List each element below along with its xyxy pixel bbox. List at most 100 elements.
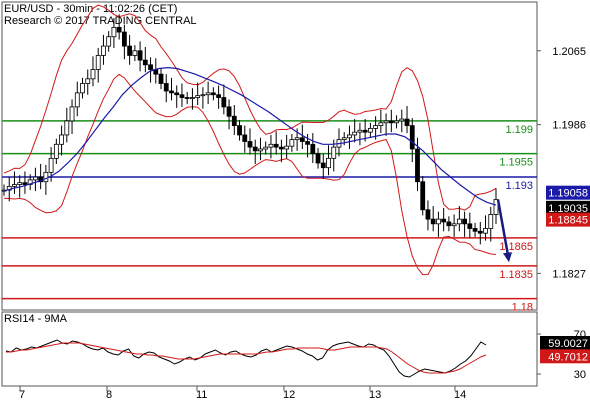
candle-body	[221, 97, 227, 108]
candle-body	[242, 134, 248, 142]
price-tick-label: 1.1827	[552, 268, 586, 280]
candle-body	[462, 218, 467, 225]
candle-body	[451, 223, 457, 227]
candle-body	[205, 92, 211, 96]
level-label-4: 1.1835	[499, 269, 533, 281]
candle-body	[315, 153, 321, 164]
candle-body	[148, 64, 153, 70]
candle-body	[367, 128, 373, 133]
candle-body	[195, 95, 201, 98]
price-badge-label: 1.19058	[548, 188, 588, 200]
candle-body	[305, 141, 310, 145]
x-tick-label: 12	[283, 389, 295, 400]
candle-body	[441, 218, 447, 223]
candle-body	[472, 228, 478, 232]
candle-body	[43, 171, 49, 183]
candle-body	[388, 120, 394, 124]
candle-body	[477, 230, 483, 234]
candle-body	[378, 122, 384, 126]
candle-body	[200, 94, 206, 97]
level-label-3: 1.1865	[499, 241, 533, 253]
candle-body	[483, 228, 488, 234]
candle-body	[12, 184, 17, 187]
candle-body	[294, 137, 300, 141]
candle-body	[373, 125, 379, 129]
candle-body	[158, 73, 164, 84]
x-tick-label: 11	[196, 389, 207, 400]
candle-body	[137, 50, 143, 61]
candle-body	[326, 157, 331, 169]
candle-body	[383, 120, 389, 124]
candle-body	[347, 134, 352, 139]
candle-body	[69, 106, 75, 122]
candle-body	[48, 157, 54, 173]
candle-body	[456, 218, 462, 225]
level-label-2: 1.193	[505, 180, 533, 192]
rsi-panel-label: RSI14 - 9MA	[4, 313, 68, 325]
candle-body	[268, 143, 274, 148]
candle-body	[446, 221, 452, 227]
level-label-0: 1.199	[505, 124, 533, 136]
candle-body	[352, 131, 358, 136]
candle-body	[190, 97, 195, 99]
candle-body	[237, 125, 242, 136]
candle-body	[179, 94, 185, 98]
candle-body	[331, 146, 337, 159]
candle-body	[299, 137, 305, 142]
candle-body	[279, 146, 284, 150]
candle-body	[53, 143, 59, 159]
rsi-badge-label: 59.0027	[548, 338, 588, 350]
candle-body	[106, 36, 112, 47]
candle-body	[85, 78, 91, 84]
candle-body	[231, 115, 237, 127]
candle-body	[226, 106, 232, 117]
candle-body	[436, 218, 441, 225]
candle-body	[467, 223, 473, 229]
candle-body	[404, 118, 410, 126]
candle-body	[310, 143, 316, 155]
candle-body	[33, 176, 38, 181]
candle-body	[59, 134, 64, 145]
candle-body	[394, 120, 399, 124]
candle-body	[17, 182, 23, 185]
chart: EUR/USD - 30min - 11:02:26 (CET) Researc…	[0, 0, 590, 400]
level-label-1: 1.1955	[499, 157, 533, 169]
candle-body	[101, 45, 106, 56]
candle-body	[121, 31, 127, 47]
candle-body	[132, 50, 138, 56]
x-tick-label: 13	[369, 389, 381, 400]
candle-body	[420, 181, 426, 211]
x-tick-label: 8	[106, 389, 112, 400]
candle-body	[488, 214, 494, 229]
candle-body	[90, 69, 96, 80]
candle-body	[263, 146, 269, 150]
candle-body	[415, 148, 420, 183]
candle-body	[430, 218, 436, 225]
candle-body	[74, 92, 80, 108]
candle-body	[399, 118, 405, 122]
candle-body	[169, 90, 174, 94]
candle-body	[184, 97, 190, 99]
chart-title: EUR/USD - 30min - 11:02:26 (CET)	[4, 3, 177, 15]
candle-body	[289, 139, 295, 147]
candle-body	[127, 45, 133, 56]
candle-body	[22, 182, 28, 185]
candle-body	[111, 26, 117, 38]
price-tick-label: 1.2065	[552, 46, 586, 58]
x-tick-label: 7	[19, 389, 25, 400]
candle-body	[273, 143, 279, 148]
candle-body	[116, 26, 122, 33]
candle-body	[252, 146, 258, 152]
candle-body	[210, 92, 216, 96]
candle-body	[425, 209, 431, 220]
candle-body	[142, 59, 148, 66]
candle-body	[216, 94, 221, 98]
candle-body	[284, 145, 290, 150]
candle-body	[64, 120, 70, 136]
candle-body	[341, 137, 347, 141]
level-label-5: 1.18	[512, 302, 533, 314]
rsi-tick-label: 30	[574, 369, 586, 381]
candle-body	[247, 141, 253, 148]
price-badge-label: 1.18845	[548, 215, 588, 227]
candle-body	[357, 129, 363, 133]
